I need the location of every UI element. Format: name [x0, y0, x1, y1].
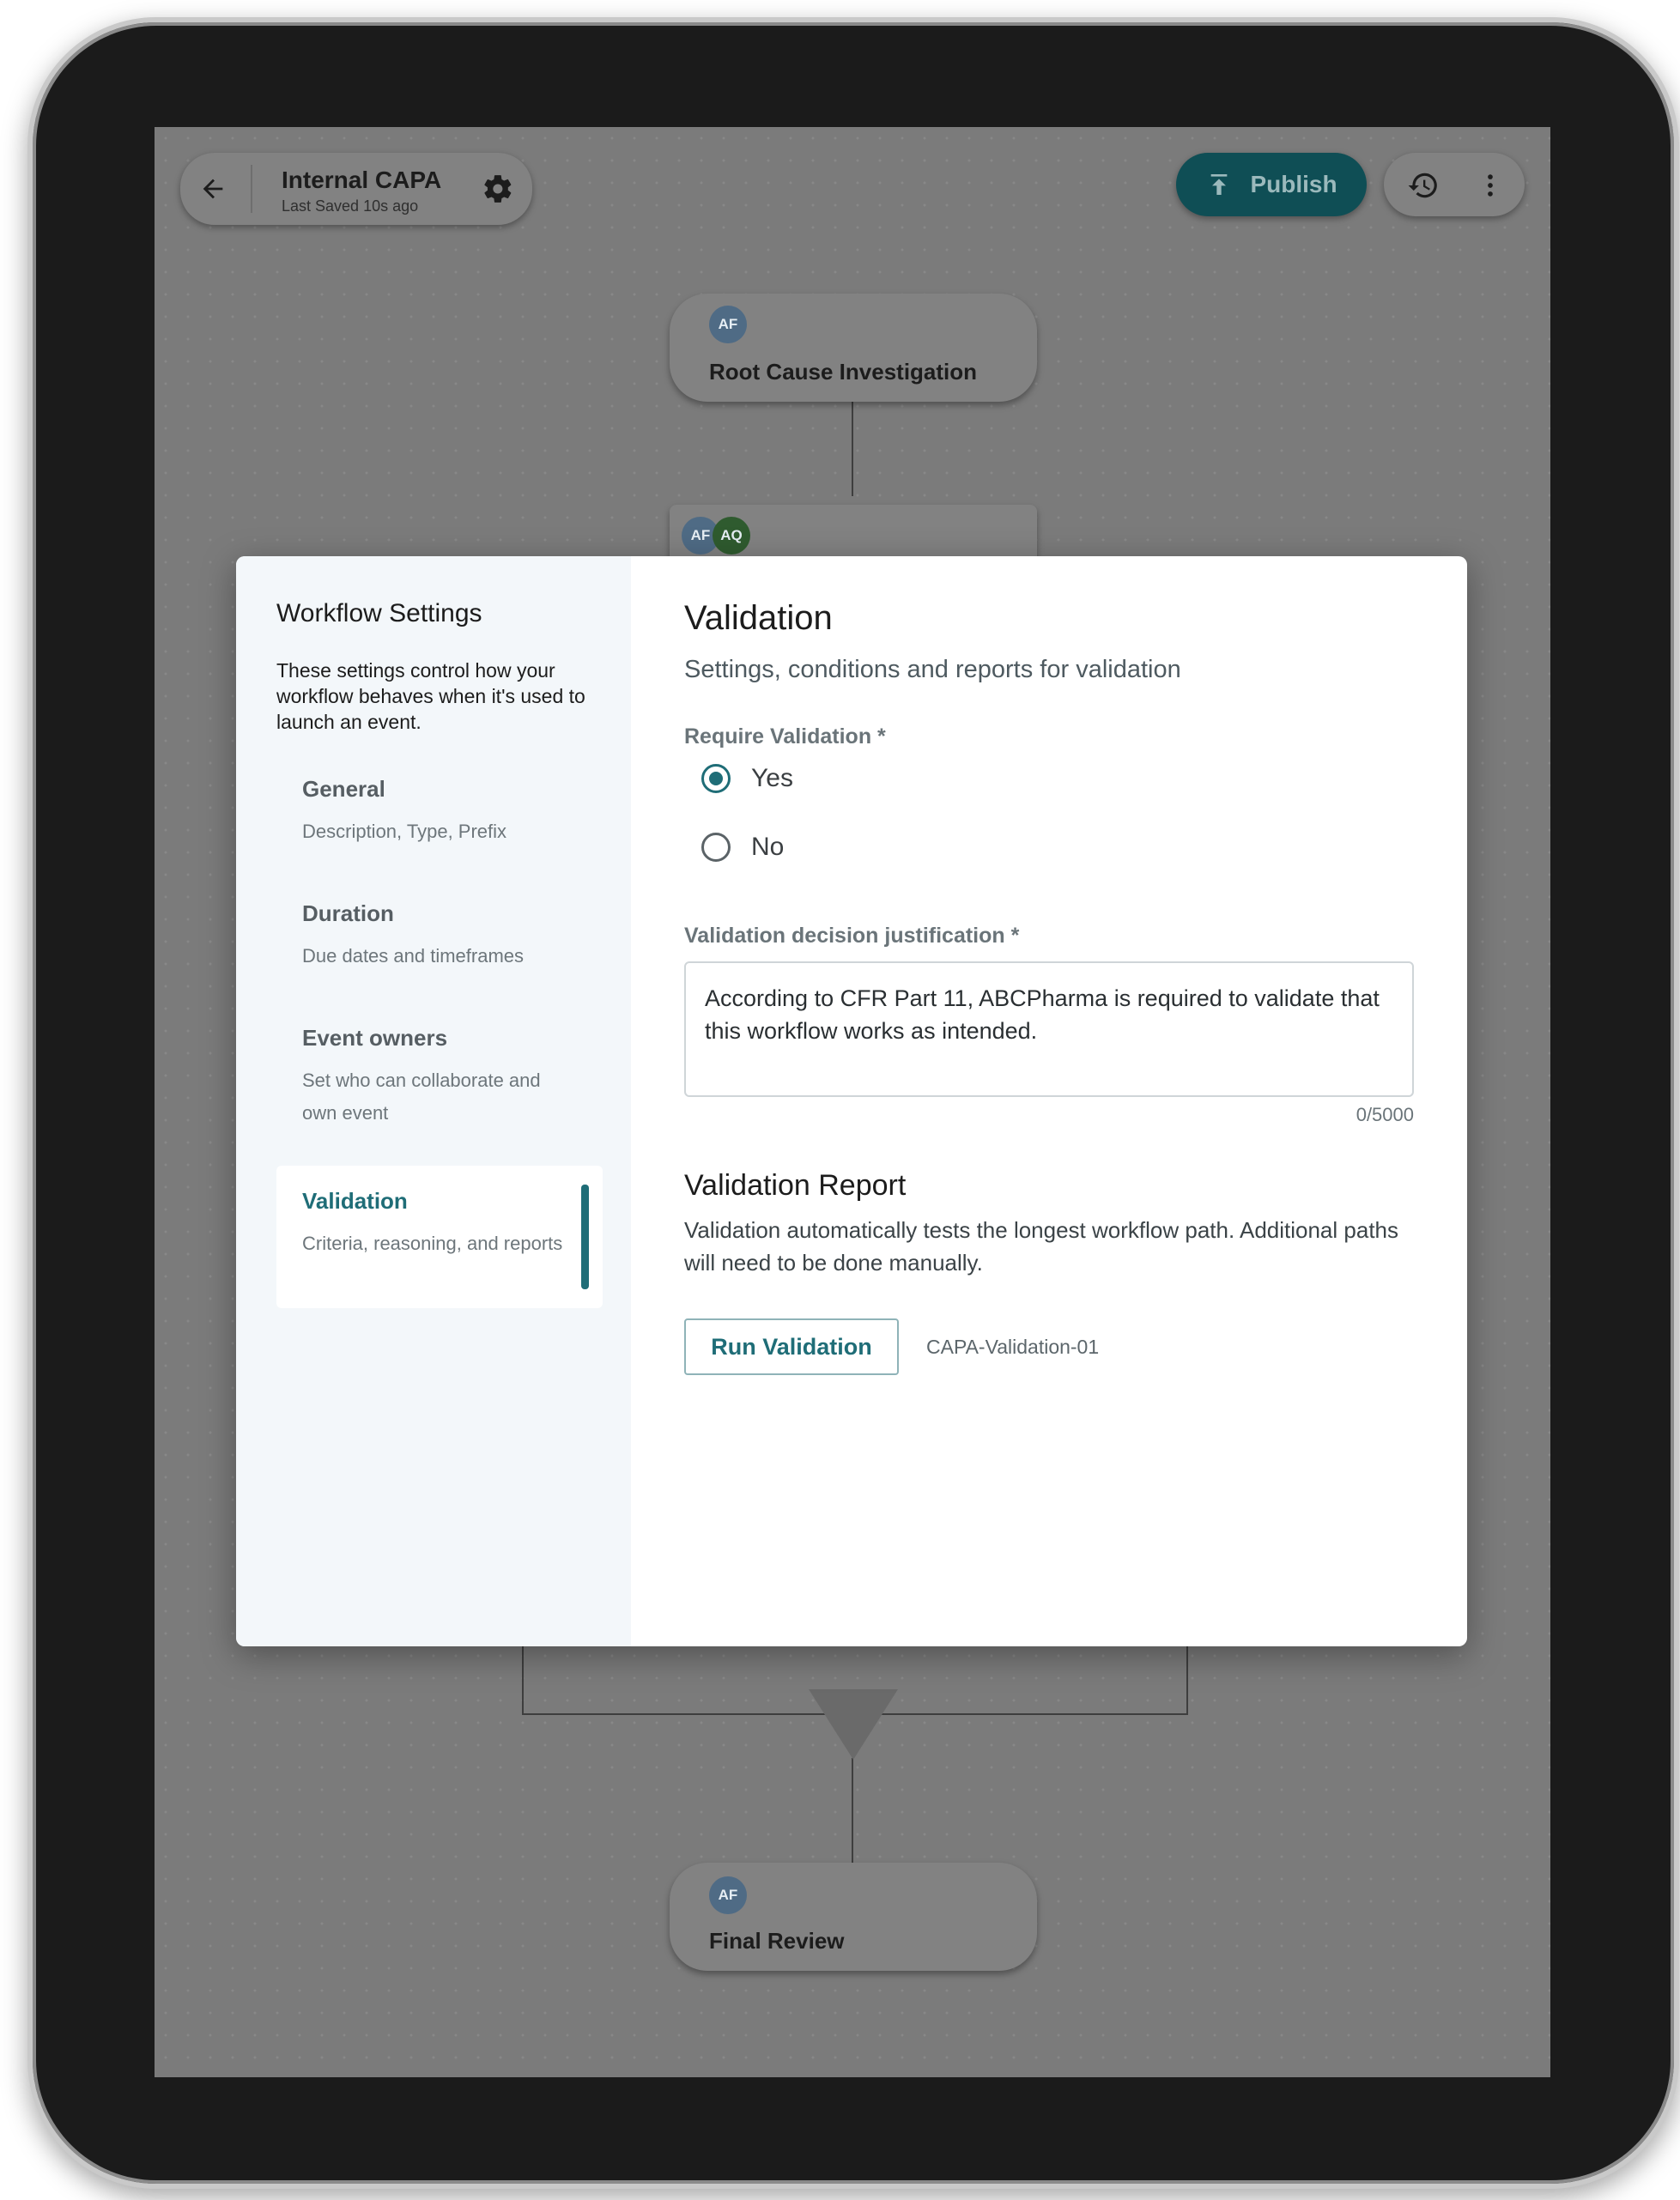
radio-label: Yes [751, 764, 793, 792]
workflow-settings-dialog: Workflow Settings These settings control… [236, 556, 1467, 1646]
history-icon [1408, 173, 1437, 198]
merge-gateway[interactable] [809, 1689, 898, 1760]
more-options-button[interactable] [1470, 165, 1511, 206]
nav-item-title: Duration [302, 900, 394, 926]
sidebar-item-validation[interactable]: Validation Criteria, reasoning, and repo… [276, 1166, 603, 1308]
connector-line [522, 1646, 524, 1715]
connector-line [1186, 1646, 1188, 1715]
back-button[interactable] [189, 165, 237, 213]
radio-button[interactable] [701, 833, 731, 862]
nav-item-title: General [302, 776, 385, 802]
header-divider [251, 165, 252, 213]
report-description: Validation automatically tests the longe… [684, 1217, 1398, 1276]
active-indicator [581, 1185, 589, 1289]
report-name[interactable]: CAPA-Validation-01 [926, 1336, 1099, 1359]
sidebar-item-event-owners[interactable]: Event owners Set who can collaborate and… [276, 1003, 603, 1145]
arrow-left-icon [203, 179, 223, 199]
more-vertical-icon [1488, 174, 1493, 197]
toolbar-actions [1384, 153, 1525, 216]
workflow-node[interactable]: AF Root Cause Investigation [670, 294, 1037, 402]
publish-label: Publish [1250, 171, 1337, 197]
sidebar-item-general[interactable]: General Description, Type, Prefix [276, 754, 603, 896]
sidebar-title: Workflow Settings [276, 599, 482, 627]
radio-option-no[interactable]: No [701, 833, 784, 862]
avatar: AF [709, 306, 747, 343]
report-title: Validation Report [684, 1169, 907, 1202]
radio-label: No [751, 833, 785, 861]
nav-item-subtitle: Due dates and timeframes [302, 945, 525, 967]
nav-item-subtitle: Criteria, reasoning, and reports [302, 1233, 563, 1254]
gear-icon [484, 175, 512, 203]
character-counter: 0/5000 [1356, 1104, 1414, 1125]
workflow-node[interactable]: AF Final Review [670, 1863, 1037, 1971]
settings-button[interactable] [477, 168, 519, 209]
run-validation-button[interactable]: Run Validation [684, 1318, 899, 1375]
workflow-title: Internal CAPA [282, 167, 442, 193]
avatar: AQ [713, 517, 750, 555]
radio-button-checked[interactable] [701, 764, 731, 793]
section-title: Validation [684, 599, 833, 637]
sidebar-item-duration[interactable]: Duration Due dates and timeframes [276, 878, 603, 1021]
nav-item-title: Validation [302, 1188, 408, 1214]
radio-option-yes[interactable]: Yes [701, 764, 793, 793]
connector-line [852, 402, 853, 496]
node-label: Final Review [709, 1928, 845, 1954]
history-button[interactable] [1403, 165, 1444, 206]
publish-button[interactable]: Publish [1176, 153, 1367, 216]
nav-item-subtitle: Description, Type, Prefix [302, 821, 507, 842]
section-subtitle: Settings, conditions and reports for val… [684, 656, 1181, 683]
nav-item-title: Event owners [302, 1025, 448, 1051]
avatar: AF [709, 1876, 747, 1914]
require-validation-label: Require Validation * [684, 724, 886, 748]
justification-textarea[interactable]: According to CFR Part 11, ABCPharma is r… [684, 961, 1414, 1097]
node-label: Root Cause Investigation [709, 359, 978, 385]
workflow-canvas: Internal CAPA Last Saved 10s ago Publish… [155, 127, 1550, 2077]
upload-icon [1211, 174, 1228, 195]
justification-label: Validation decision justification * [684, 924, 1020, 948]
last-saved-text: Last Saved 10s ago [282, 197, 419, 215]
nav-item-subtitle: Set who can collaborate and own event [302, 1070, 541, 1124]
sidebar-description: These settings control how your workflow… [276, 659, 585, 733]
settings-sidebar: Workflow Settings These settings control… [236, 556, 631, 1646]
workflow-header: Internal CAPA Last Saved 10s ago [180, 153, 532, 225]
